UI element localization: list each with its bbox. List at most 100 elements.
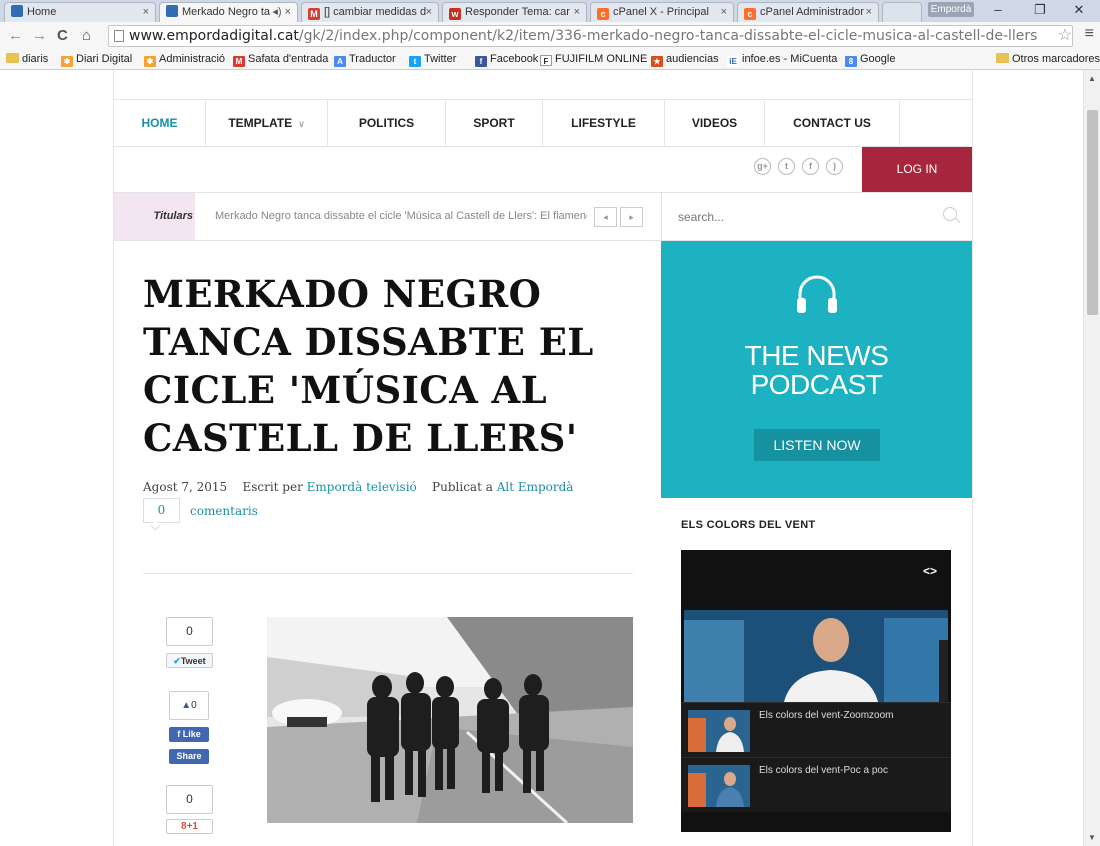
- tab-responder-tema[interactable]: w Responder Tema: car ×: [442, 2, 587, 22]
- tweet-count: 0: [166, 617, 213, 646]
- search-box: [661, 192, 972, 241]
- comments-link[interactable]: comentaris: [190, 504, 258, 518]
- nav-videos[interactable]: VIDEOS: [665, 100, 765, 147]
- divider: [143, 573, 633, 574]
- close-icon[interactable]: ◂) ×: [272, 3, 291, 21]
- tab-cpanel-principal[interactable]: c cPanel X - Principal ×: [590, 2, 734, 22]
- playlist-item-title: Els colors del vent-Poc a poc: [759, 765, 888, 776]
- scroll-thumb[interactable]: [1087, 110, 1098, 315]
- close-icon[interactable]: ×: [143, 3, 149, 21]
- gplus-count: 0: [166, 785, 213, 814]
- main-nav: HOME TEMPLATE ∨ POLITICS SPORT LIFESTYLE …: [114, 99, 972, 147]
- page-icon: [166, 5, 178, 17]
- ticker-headline[interactable]: Merkado Negro tanca dissabte el cicle 'M…: [215, 193, 587, 240]
- search-input[interactable]: [678, 208, 918, 226]
- twitter-icon[interactable]: t: [778, 158, 795, 175]
- playlist-item-title: Els colors del vent-Zoomzoom: [759, 710, 894, 721]
- ticker-next-button[interactable]: ▸: [620, 207, 643, 227]
- comment-count-badge[interactable]: 0: [143, 498, 180, 523]
- fujifilm-icon: F: [540, 55, 552, 66]
- bookmarks-bar: diaris ✱ Diari Digital ✱ Administració M Sa…: [0, 50, 1100, 70]
- bookmark-audiencias[interactable]: ★ audiencias: [651, 50, 719, 69]
- bookmark-fujifilm[interactable]: F FUJIFILM ONLINE: [540, 50, 647, 69]
- folder-icon: [6, 53, 19, 63]
- infoe-icon: iE: [727, 56, 739, 67]
- video-playlist: <> Els colors del vent-Zoomzoom Els colo…: [681, 550, 951, 832]
- facebook-share-button[interactable]: Share: [169, 749, 209, 764]
- bookmark-infoe[interactable]: iE infoe.es - MiCuenta: [727, 50, 837, 69]
- login-button[interactable]: LOG IN: [862, 147, 972, 192]
- forward-icon[interactable]: →: [32, 27, 47, 44]
- category-link[interactable]: Alt Empordà: [497, 480, 574, 494]
- article-date: Agost 7, 2015: [143, 480, 228, 494]
- nav-home[interactable]: HOME: [114, 100, 206, 147]
- maximize-icon[interactable]: ❐: [1025, 2, 1055, 18]
- nav-politics[interactable]: POLITICS: [328, 100, 446, 147]
- bookmark-diaris[interactable]: diaris: [6, 50, 48, 69]
- bookmark-traductor[interactable]: A Traductor: [334, 50, 396, 69]
- scroll-down-icon[interactable]: ▼: [1088, 833, 1096, 842]
- search-icon[interactable]: [943, 207, 957, 221]
- scroll-up-icon[interactable]: ▲: [1088, 74, 1096, 83]
- bookmark-administracio[interactable]: ✱ Administració: [144, 50, 225, 69]
- facebook-icon: f: [475, 56, 487, 67]
- tab-home[interactable]: Home ×: [4, 2, 156, 22]
- thumbs-up-icon: ▲: [181, 700, 192, 711]
- article-meta: Agost 7, 2015 Escrit per Empordà televis…: [143, 480, 573, 494]
- tab-gmail[interactable]: M[] cambiar medidas d ×: [301, 2, 439, 22]
- gplus-button[interactable]: 8+1: [166, 819, 213, 834]
- cpanel-icon: c: [744, 8, 756, 20]
- bookmark-safata-entrada[interactable]: M Safata d'entrada: [233, 50, 328, 69]
- window-close-icon[interactable]: ✕: [1064, 2, 1094, 18]
- bookmark-google[interactable]: 8 Google: [845, 50, 895, 69]
- google-plus-icon[interactable]: g+: [754, 158, 771, 175]
- menu-icon[interactable]: ≡: [1085, 25, 1094, 43]
- video-player[interactable]: [684, 610, 948, 702]
- author-link[interactable]: Empordà televisió: [307, 480, 417, 494]
- back-icon[interactable]: ←: [8, 27, 23, 44]
- listen-now-button[interactable]: LISTEN NOW: [754, 429, 880, 461]
- reload-icon[interactable]: C: [57, 27, 68, 44]
- like-count: ▲0: [169, 691, 209, 720]
- podcast-title: THE NEWS PODCAST: [744, 340, 889, 400]
- tab-cpanel-administrador[interactable]: c cPanel Administrador ×: [737, 2, 879, 22]
- bookmark-otros-marcadores[interactable]: Otros marcadores: [996, 50, 1100, 69]
- page-info-icon[interactable]: [114, 30, 124, 42]
- rss-icon[interactable]: ): [826, 158, 843, 175]
- bookmark-facebook[interactable]: f Facebook: [475, 50, 538, 69]
- home-icon[interactable]: ⌂: [82, 27, 91, 44]
- google-icon: 8: [845, 56, 857, 67]
- bookmark-diari-digital[interactable]: ✱ Diari Digital: [61, 50, 132, 69]
- tab-merkado-negro[interactable]: Merkado Negro ta ◂) ×: [159, 2, 298, 22]
- gmail-icon: M: [308, 8, 320, 20]
- browser-tab-strip: Home × Merkado Negro ta ◂) × M[] cambiar m…: [0, 0, 1100, 22]
- nav-lifestyle[interactable]: LIFESTYLE: [543, 100, 665, 147]
- embed-code-icon[interactable]: <>: [923, 564, 937, 578]
- close-icon[interactable]: ×: [866, 3, 872, 21]
- address-bar[interactable]: www.empordadigital.cat/gk/2/index.php/co…: [108, 25, 1073, 47]
- playlist-item[interactable]: Els colors del vent-Poc a poc: [681, 757, 951, 812]
- facebook-icon[interactable]: f: [802, 158, 819, 175]
- ticker-prev-button[interactable]: ◂: [594, 207, 617, 227]
- close-icon[interactable]: ×: [721, 3, 727, 21]
- headphones-icon: [797, 275, 837, 313]
- close-icon[interactable]: ×: [426, 3, 432, 21]
- bookmark-star-icon[interactable]: ☆: [1058, 25, 1072, 45]
- tweet-button[interactable]: ✔Tweet: [166, 653, 213, 668]
- playlist-item[interactable]: Els colors del vent-Zoomzoom: [681, 702, 951, 757]
- facebook-like-button[interactable]: f Like: [169, 727, 209, 742]
- nav-template[interactable]: TEMPLATE ∨: [206, 100, 328, 147]
- ticker-label: Titulars: [114, 193, 195, 240]
- nav-sport[interactable]: SPORT: [446, 100, 543, 147]
- star-icon: ★: [651, 56, 663, 67]
- profile-button[interactable]: Empordà: [928, 2, 974, 17]
- page-icon: [11, 5, 23, 17]
- minimize-icon[interactable]: –: [983, 2, 1013, 17]
- bookmark-twitter[interactable]: t Twitter: [409, 50, 456, 69]
- podcast-banner[interactable]: THE NEWS PODCAST LISTEN NOW: [661, 241, 972, 498]
- page-scrollbar[interactable]: ▲ ▼: [1083, 70, 1100, 846]
- news-ticker: Titulars Merkado Negro tanca dissabte el…: [114, 192, 661, 241]
- nav-contact-us[interactable]: CONTACT US: [765, 100, 900, 147]
- new-tab-button[interactable]: [882, 2, 922, 22]
- close-icon[interactable]: ×: [574, 3, 580, 21]
